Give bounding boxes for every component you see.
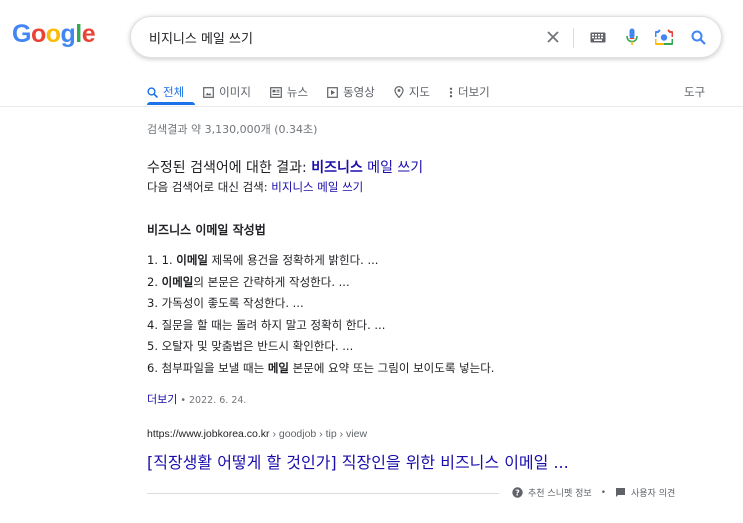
list-item: 1. 1. 이메일 제목에 용건을 정확하게 밝힌다. ...	[147, 250, 494, 272]
tab-more[interactable]: 더보기	[449, 82, 490, 102]
search-input[interactable]: 비지니스 메일 쓰기	[149, 28, 253, 47]
step-text: 2.	[147, 274, 162, 289]
tab-maps[interactable]: 지도	[394, 82, 430, 102]
corrected-rest: 메일 쓰기	[362, 160, 424, 176]
tab-label: 더보기	[458, 85, 490, 99]
tab-images[interactable]: 이미지	[203, 82, 251, 102]
correction-prefix: 수정된 검색어에 대한 결과:	[147, 160, 312, 176]
tab-news[interactable]: 뉴스	[270, 82, 308, 102]
step-text: 6. 첨부파일을 보낼 때는	[147, 360, 268, 375]
step-text: 5. 오탈자 및 맞춤법은 반드시 확인한다. ...	[147, 339, 354, 353]
step-bold: 메일	[267, 360, 289, 375]
search-icon[interactable]	[687, 26, 709, 48]
list-item: 6. 첨부파일을 보낼 때는 메일 본문에 요약 또는 그림이 보이도록 넣는다…	[147, 358, 494, 380]
snippet-footer: ? 추천 스니펫 정보 • 사용자 의견	[512, 486, 675, 499]
original-query-link[interactable]: 비지니스 메일 쓰기	[271, 180, 363, 194]
footer-separator: •	[600, 487, 606, 498]
help-icon: ?	[512, 487, 523, 498]
tools-button[interactable]: 도구	[684, 84, 705, 100]
instead-prefix: 다음 검색어로 대신 검색:	[147, 180, 272, 194]
search-instead: 다음 검색어로 대신 검색: 비지니스 메일 쓰기	[147, 179, 363, 195]
logo-letter: g	[60, 20, 76, 48]
svg-text:?: ?	[515, 488, 520, 497]
step-text: 3. 가독성이 좋도록 작성한다. ...	[147, 296, 304, 310]
search-box[interactable]: 비지니스 메일 쓰기	[130, 16, 722, 58]
feedback-icon	[615, 487, 626, 498]
snippet-date: • 2022. 6. 24.	[177, 395, 247, 406]
url-path: › goodjob › tip › view	[269, 428, 368, 440]
logo-letter: o	[30, 20, 46, 48]
tab-label: 뉴스	[286, 85, 309, 99]
snippet-list: 1. 1. 이메일 제목에 용건을 정확하게 밝힌다. ... 2. 이메일의 …	[147, 250, 494, 379]
tab-label: 이미지	[219, 85, 251, 99]
map-pin-icon	[394, 86, 404, 98]
close-icon[interactable]	[542, 26, 564, 48]
logo-letter: G	[12, 20, 31, 48]
news-icon	[270, 86, 282, 98]
more-vert-icon	[449, 87, 453, 98]
list-item: 2. 이메일의 본문은 간략하게 작성한다. ...	[147, 272, 494, 294]
snippet-more: 더보기 • 2022. 6. 24.	[147, 391, 246, 407]
corrected-word: 비즈니스	[311, 160, 363, 176]
more-link[interactable]: 더보기	[147, 393, 177, 406]
footer-divider	[147, 493, 499, 494]
tab-all[interactable]: 전체	[147, 82, 184, 102]
step-text: 4. 질문을 할 때는 돌려 하지 말고 정확히 한다. ...	[147, 317, 386, 332]
tab-label: 지도	[408, 85, 431, 99]
keyboard-icon[interactable]	[587, 26, 609, 48]
about-snippets-link[interactable]: 추천 스니펫 정보	[528, 486, 592, 499]
result-title-link[interactable]: [직장생활 어떻게 할 것인가] 직장인을 위한 비즈니스 이메일 ...	[147, 449, 569, 473]
list-item: 3. 가독성이 좋도록 작성한다. ...	[147, 293, 494, 315]
step-text: 1. 1.	[147, 253, 177, 267]
search-tabs: 전체 이미지 뉴스 동영상 지도 더보기	[147, 82, 509, 102]
result-url[interactable]: https://www.jobkorea.co.kr › goodjob › t…	[147, 428, 367, 440]
list-item: 4. 질문을 할 때는 돌려 하지 말고 정확히 한다. ...	[147, 315, 494, 337]
active-tab-indicator	[147, 102, 195, 105]
spelling-correction: 수정된 검색어에 대한 결과: 비즈니스 메일 쓰기	[147, 157, 423, 177]
step-bold: 이메일	[161, 274, 194, 289]
search-icon	[147, 86, 158, 98]
logo-letter: o	[45, 20, 61, 48]
logo-letter: e	[81, 20, 96, 48]
snippet-title: 비즈니스 이메일 작성법	[147, 223, 266, 237]
tab-videos[interactable]: 동영상	[327, 82, 375, 102]
step-text: 제목에 용건을 정확하게 밝힌다. ...	[208, 253, 379, 267]
step-text: 의 본문은 간략하게 작성한다. ...	[193, 274, 350, 289]
header-divider	[0, 106, 743, 107]
video-icon	[327, 86, 338, 98]
step-text: 본문에 요약 또는 그림이 보이도록 넣는다.	[289, 360, 495, 375]
search-divider	[573, 28, 574, 48]
tab-label: 동영상	[343, 85, 375, 99]
image-icon	[203, 86, 215, 98]
tab-label: 전체	[163, 85, 185, 99]
feedback-link[interactable]: 사용자 의견	[631, 486, 675, 499]
result-stats: 검색결과 약 3,130,000개 (0.34초)	[147, 123, 318, 136]
url-host: https://www.jobkorea.co.kr	[147, 428, 270, 440]
step-bold: 이메일	[176, 253, 209, 267]
list-item: 5. 오탈자 및 맞춤법은 반드시 확인한다. ...	[147, 336, 494, 358]
google-logo[interactable]: Google	[12, 20, 96, 49]
microphone-icon[interactable]	[621, 26, 643, 48]
camera-icon[interactable]	[653, 26, 675, 48]
corrected-query-link[interactable]: 비즈니스 메일 쓰기	[311, 160, 423, 176]
